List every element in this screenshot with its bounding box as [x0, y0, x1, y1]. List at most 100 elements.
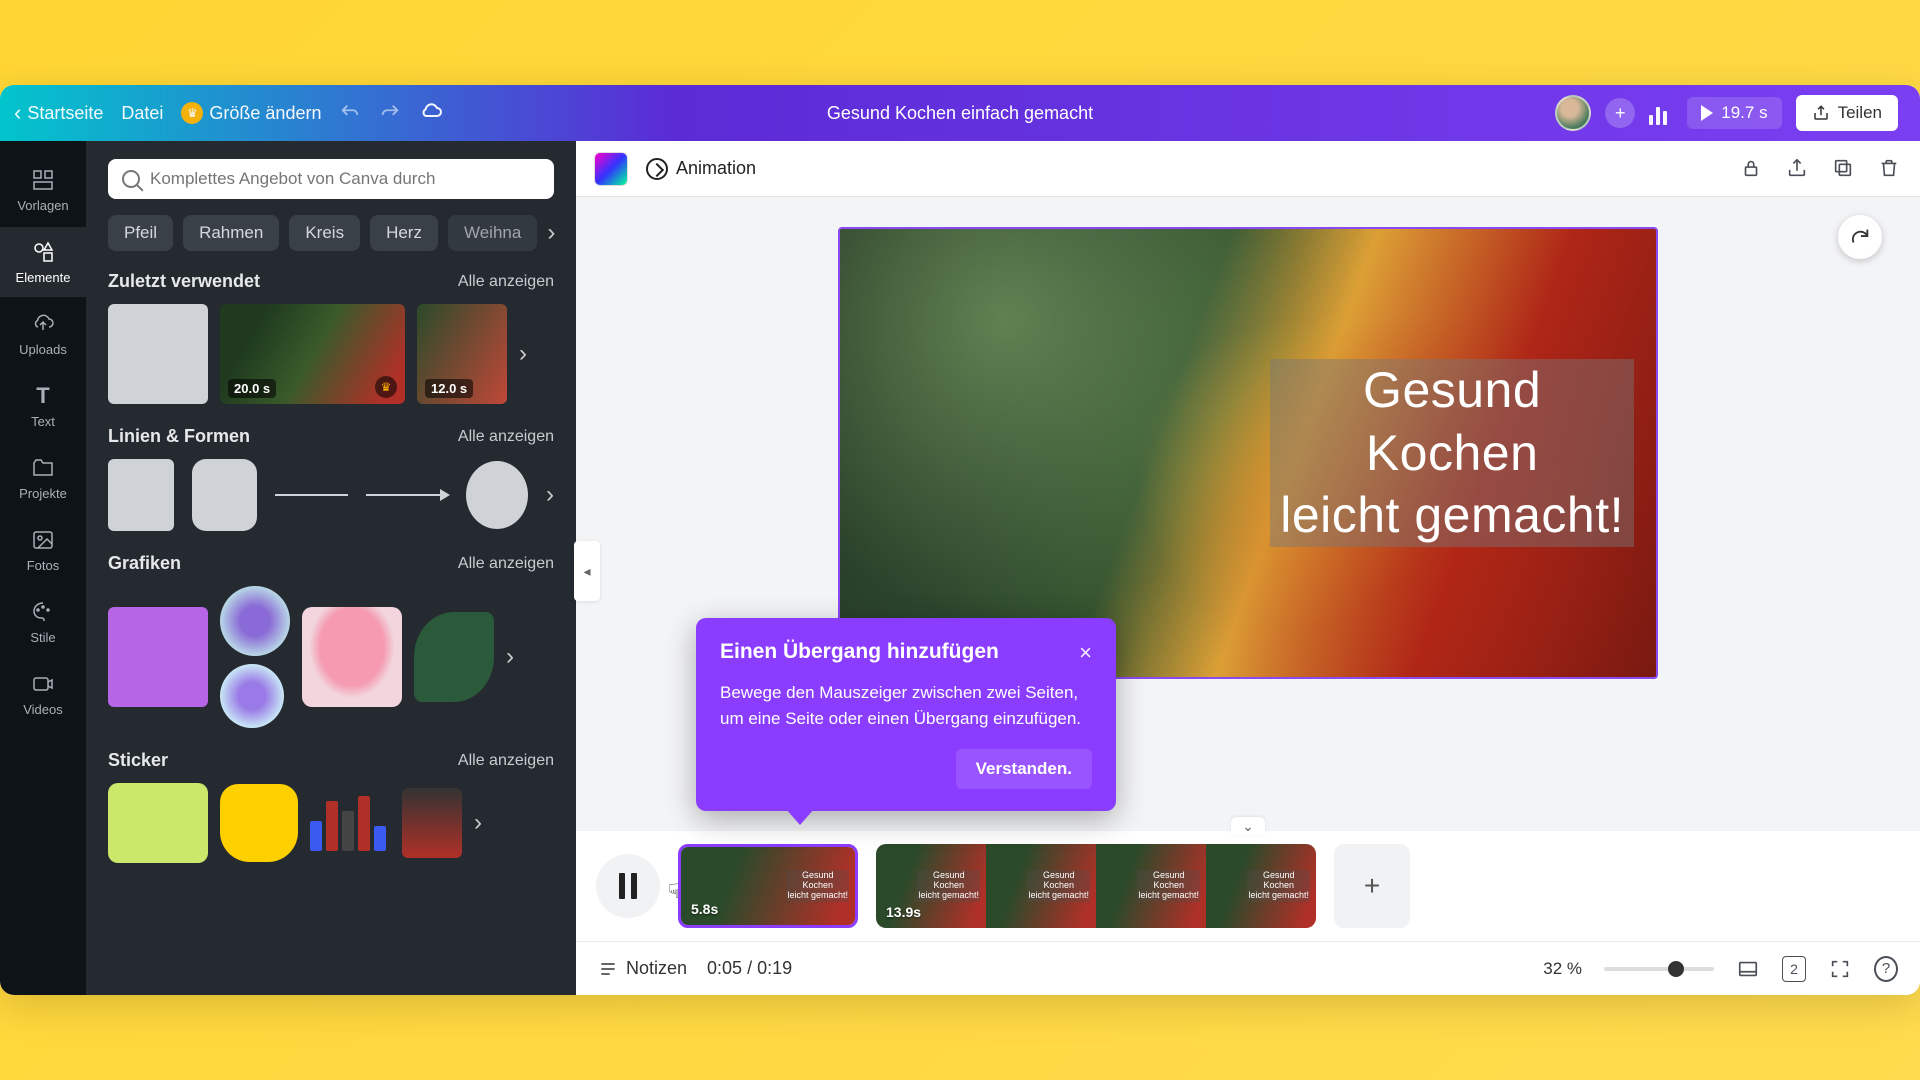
lines-see-all[interactable]: Alle anzeigen: [458, 428, 554, 446]
recent-scroll-right[interactable]: ›: [519, 340, 527, 368]
share-button[interactable]: Teilen: [1796, 95, 1898, 131]
nav-photos[interactable]: Fotos: [0, 515, 86, 585]
canvas-area: Animation ◂ Gesund Kochen leicht gemacht: [576, 141, 1920, 995]
search-box[interactable]: [108, 159, 554, 199]
chip-kreis[interactable]: Kreis: [289, 215, 360, 251]
recent-thumb-3[interactable]: 12.0 s: [417, 304, 507, 404]
nav-uploads[interactable]: Uploads: [0, 299, 86, 369]
nav-styles[interactable]: Stile: [0, 587, 86, 657]
app-body: Vorlagen Elemente Uploads TText Projekte…: [0, 141, 1920, 995]
duplicate-button[interactable]: [1832, 157, 1856, 181]
photos-icon: [30, 527, 56, 553]
shape-line[interactable]: [275, 494, 348, 496]
search-input[interactable]: [150, 169, 540, 189]
export-button[interactable]: [1786, 157, 1810, 181]
recent-thumb-2[interactable]: 20.0 s♛: [220, 304, 405, 404]
text-icon: T: [30, 383, 56, 409]
sticker-chart[interactable]: [310, 796, 390, 851]
chip-rahmen[interactable]: Rahmen: [183, 215, 279, 251]
export-icon: [1786, 157, 1808, 179]
grid-view-button[interactable]: [1736, 957, 1760, 981]
nav-text[interactable]: TText: [0, 371, 86, 441]
redo-icon: [379, 102, 401, 124]
lock-button[interactable]: [1740, 157, 1764, 181]
styles-icon: [30, 599, 56, 625]
redo-button[interactable]: [379, 102, 401, 124]
nav-elements[interactable]: Elemente: [0, 227, 86, 297]
user-avatar[interactable]: [1555, 95, 1591, 131]
add-page-button[interactable]: +: [1334, 844, 1410, 928]
cloud-sync-button[interactable]: [419, 101, 443, 125]
analytics-button[interactable]: [1649, 101, 1673, 125]
header-left: ‹ Startseite Datei ♛ Größe ändern: [14, 100, 443, 126]
graphic-2b[interactable]: [220, 664, 284, 728]
delete-button[interactable]: [1878, 157, 1902, 181]
filter-chips: Pfeil Rahmen Kreis Herz Weihna ›: [108, 215, 554, 251]
resize-button[interactable]: ♛ Größe ändern: [181, 102, 321, 124]
video-page[interactable]: Gesund Kochen leicht gemacht!: [838, 227, 1658, 679]
duplicate-icon: [1832, 157, 1854, 179]
tooltip-close-button[interactable]: ×: [1079, 640, 1092, 666]
add-collaborator-button[interactable]: +: [1605, 98, 1635, 128]
bottom-bar: Notizen 0:05 / 0:19 32 % 2 ?: [576, 941, 1920, 995]
refresh-fab[interactable]: [1838, 215, 1882, 259]
notes-button[interactable]: Notizen: [598, 958, 687, 979]
videos-icon: [30, 671, 56, 697]
background-color-button[interactable]: [594, 152, 628, 186]
graphic-2a[interactable]: [220, 586, 290, 656]
file-menu[interactable]: Datei: [121, 103, 163, 124]
graphic-leaf[interactable]: [414, 612, 494, 702]
shape-rounded[interactable]: [192, 459, 258, 531]
chip-herz[interactable]: Herz: [370, 215, 438, 251]
timeline-collapse-button[interactable]: ⌄: [1231, 817, 1265, 835]
lock-icon: [1740, 157, 1762, 179]
nav-videos[interactable]: Videos: [0, 659, 86, 729]
fullscreen-button[interactable]: [1828, 957, 1852, 981]
nav-projects[interactable]: Projekte: [0, 443, 86, 513]
nav-templates[interactable]: Vorlagen: [0, 155, 86, 225]
cloud-icon: [419, 101, 443, 125]
timeline: ⌄ ☟ GesundKochenleicht gemacht! 5.8s Ges…: [576, 831, 1920, 941]
chevron-left-icon: ‹: [14, 100, 21, 126]
help-button[interactable]: ?: [1874, 957, 1898, 981]
stickers-title: Sticker: [108, 750, 168, 771]
recent-see-all[interactable]: Alle anzeigen: [458, 273, 554, 291]
stickers-see-all[interactable]: Alle anzeigen: [458, 752, 554, 770]
animation-button[interactable]: Animation: [646, 158, 756, 180]
section-stickers: Sticker Alle anzeigen ›: [108, 750, 554, 863]
recent-title: Zuletzt verwendet: [108, 271, 260, 292]
sticker-1[interactable]: [108, 783, 208, 863]
elements-panel: Pfeil Rahmen Kreis Herz Weihna › Zuletzt…: [86, 141, 576, 995]
graphics-see-all[interactable]: Alle anzeigen: [458, 555, 554, 573]
headline-text[interactable]: Gesund Kochen leicht gemacht!: [1270, 359, 1634, 547]
shape-arrow[interactable]: [366, 494, 448, 496]
timeline-clip-2[interactable]: GesundKochenleicht gemacht! GesundKochen…: [876, 844, 1316, 928]
home-button[interactable]: ‹ Startseite: [14, 100, 103, 126]
document-title[interactable]: Gesund Kochen einfach gemacht: [827, 103, 1093, 124]
page-badge: 2: [1782, 956, 1806, 982]
lines-scroll-right[interactable]: ›: [546, 481, 554, 509]
chips-scroll-right[interactable]: ›: [547, 219, 555, 247]
play-pause-button[interactable]: [596, 854, 660, 918]
recent-thumb-1[interactable]: [108, 304, 208, 404]
graphics-scroll-right[interactable]: ›: [506, 643, 514, 671]
undo-button[interactable]: [339, 102, 361, 124]
refresh-icon: [1849, 226, 1871, 248]
sticker-thumbsup[interactable]: [220, 784, 298, 862]
graphic-1[interactable]: [108, 607, 208, 707]
stickers-scroll-right[interactable]: ›: [474, 809, 482, 837]
shape-circle[interactable]: [466, 461, 528, 529]
graphic-3[interactable]: [302, 607, 402, 707]
preview-button[interactable]: 19.7 s: [1687, 97, 1781, 129]
timeline-clip-1[interactable]: GesundKochenleicht gemacht! 5.8s: [678, 844, 858, 928]
sticker-4[interactable]: [402, 788, 462, 858]
app-window: ‹ Startseite Datei ♛ Größe ändern Gesund…: [0, 85, 1920, 995]
shape-square[interactable]: [108, 459, 174, 531]
section-graphics: GrafikenAlle anzeigen ›: [108, 553, 554, 728]
chip-pfeil[interactable]: Pfeil: [108, 215, 173, 251]
tooltip-ok-button[interactable]: Verstanden.: [956, 749, 1092, 789]
page-count-button[interactable]: 2: [1782, 957, 1806, 981]
chip-weihna[interactable]: Weihna: [448, 215, 537, 251]
zoom-slider[interactable]: [1604, 967, 1714, 971]
share-icon: [1812, 104, 1830, 122]
